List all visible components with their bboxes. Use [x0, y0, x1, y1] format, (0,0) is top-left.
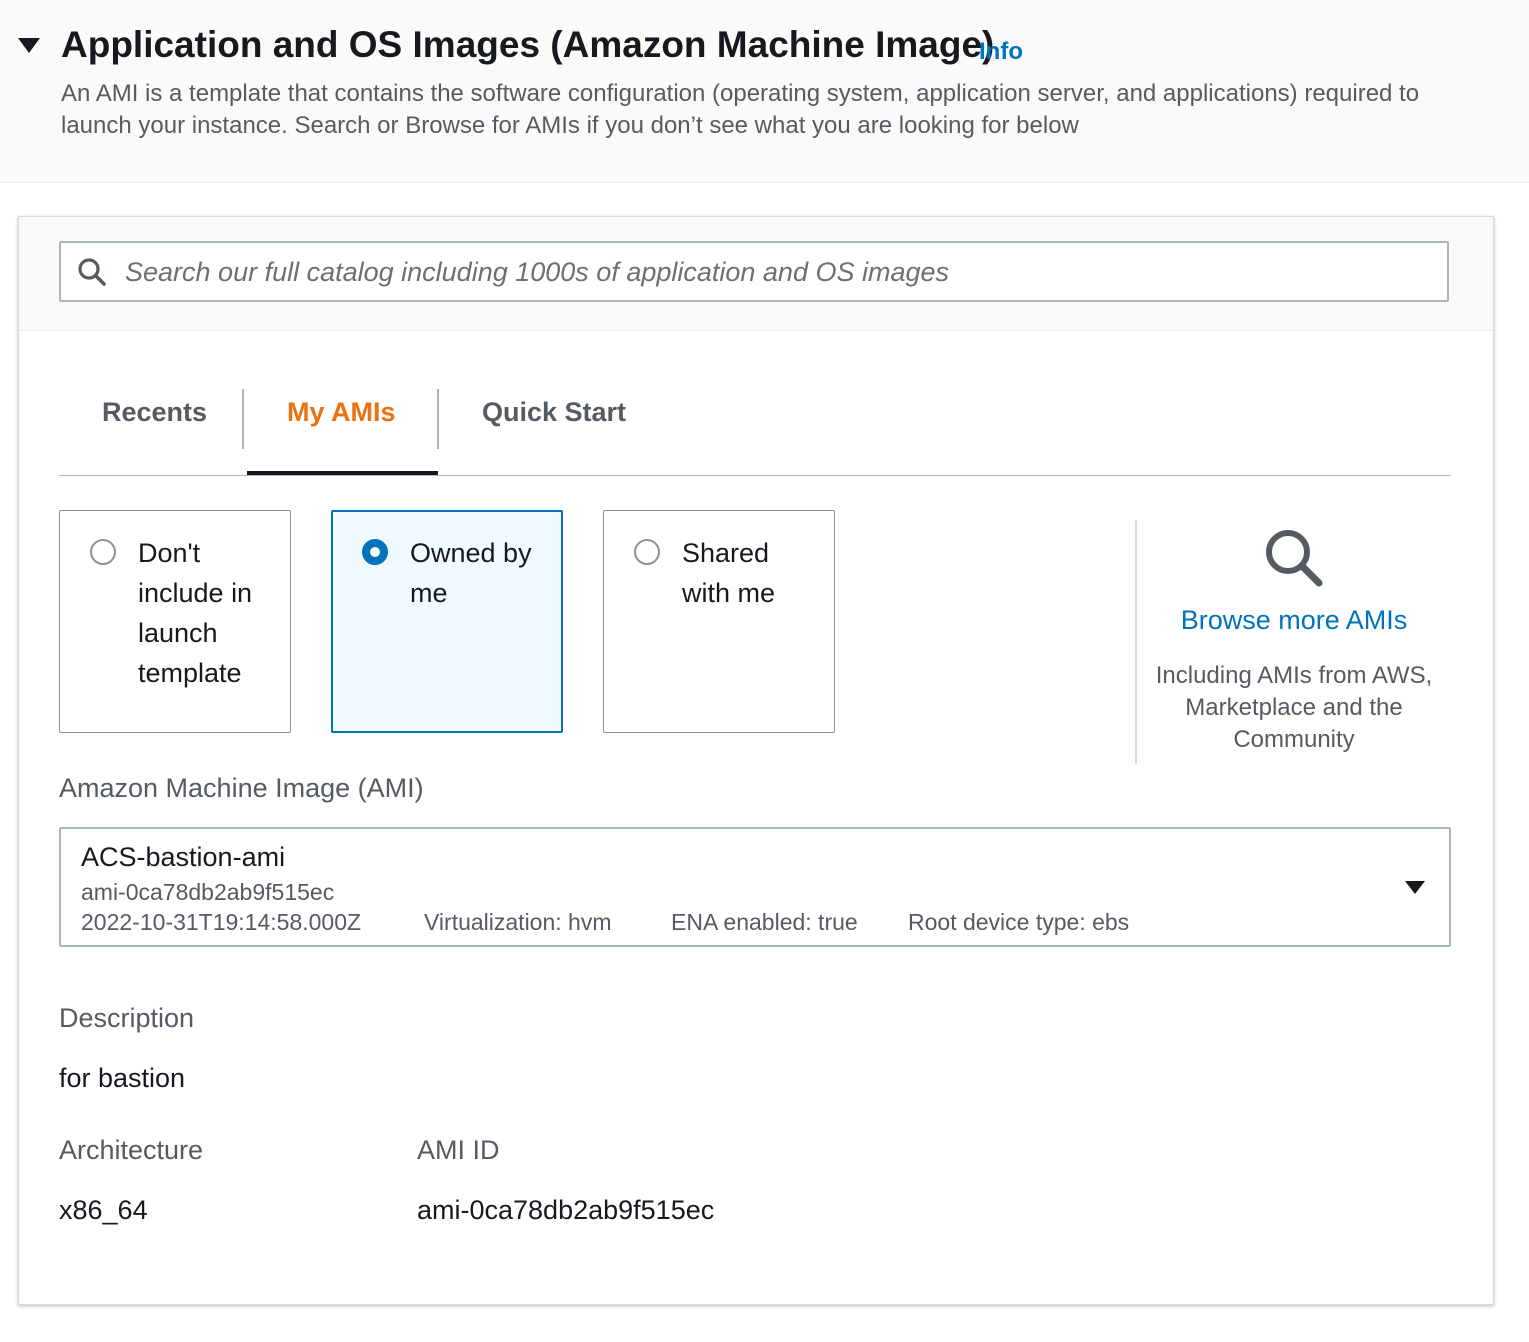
description-value: for bastion [59, 1063, 186, 1093]
browse-divider [1135, 520, 1137, 764]
collapse-caret-icon[interactable] [18, 38, 40, 53]
ami-virtualization: Virtualization: hvm [424, 909, 612, 935]
ami-select-label: Amazon Machine Image (AMI) [59, 773, 424, 803]
search-bar-area [19, 217, 1493, 331]
section-header: Application and OS Images (Amazon Machin… [0, 0, 1529, 183]
ami-select[interactable]: ACS-bastion-ami ami-0ca78db2ab9f515ec 20… [59, 827, 1451, 947]
option-label: Shared with me [682, 538, 776, 608]
tabs-divider [59, 475, 1451, 476]
ami-created-date: 2022-10-31T19:14:58.000Z [81, 909, 362, 935]
option-label: Owned by me [410, 538, 532, 608]
tab-quick-start[interactable]: Quick Start [482, 397, 626, 437]
magnifier-icon [1266, 530, 1323, 587]
ami-ena: ENA enabled: true [671, 909, 858, 935]
ami-id-value: ami-0ca78db2ab9f515ec [417, 1195, 715, 1225]
radio-button[interactable] [90, 539, 116, 565]
info-link[interactable]: Info [979, 38, 1023, 66]
ami-root-device: Root device type: ebs [908, 909, 1130, 935]
ami-id-label: AMI ID [417, 1135, 500, 1165]
section-title: Application and OS Images (Amazon Machin… [61, 24, 995, 65]
ami-id-text: ami-0ca78db2ab9f515ec [81, 879, 335, 905]
search-input[interactable] [123, 251, 1427, 293]
dropdown-caret-icon[interactable] [1405, 881, 1425, 894]
radio-button-selected[interactable] [362, 539, 388, 565]
search-icon [78, 258, 106, 286]
section-description: An AMI is a template that contains the s… [61, 80, 1420, 139]
tab-divider [242, 389, 244, 449]
browse-subtitle: Including AMIs from AWS, Marketplace and… [1155, 662, 1433, 753]
description-label: Description [59, 1003, 195, 1033]
tab-divider [437, 389, 439, 449]
option-dont-include[interactable]: Don't include in launch template [59, 510, 291, 733]
ami-card: Recents My AMIs Quick Start Don't includ… [18, 216, 1494, 1305]
tab-recents[interactable]: Recents [102, 397, 207, 437]
ami-name: ACS-bastion-ami [81, 842, 286, 872]
option-owned-by-me[interactable]: Owned by me [331, 510, 563, 733]
architecture-label: Architecture [59, 1135, 204, 1165]
browse-more-amis-link[interactable]: Browse more AMIs [1135, 605, 1453, 636]
architecture-value: x86_64 [59, 1195, 148, 1225]
radio-button[interactable] [634, 539, 660, 565]
option-label: Don't include in launch template [138, 538, 253, 688]
option-shared-with-me[interactable]: Shared with me [603, 510, 835, 733]
tab-my-amis[interactable]: My AMIs [287, 397, 396, 437]
search-box[interactable] [59, 241, 1449, 302]
